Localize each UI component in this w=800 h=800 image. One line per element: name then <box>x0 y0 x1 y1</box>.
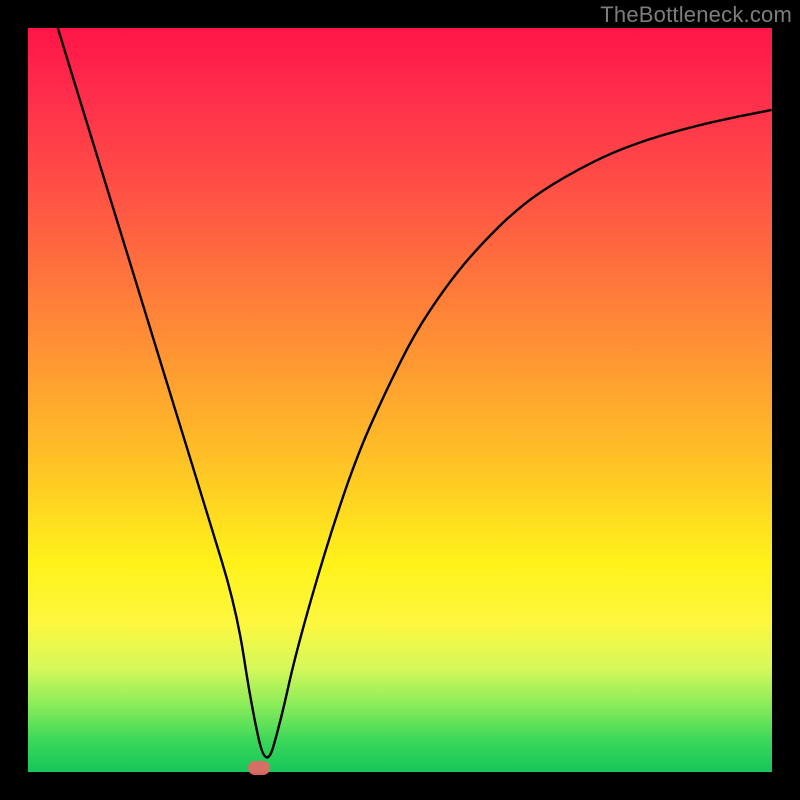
chart-frame: TheBottleneck.com <box>0 0 800 800</box>
watermark-text: TheBottleneck.com <box>600 2 792 28</box>
minimum-marker <box>248 761 270 775</box>
plot-area <box>28 28 772 772</box>
bottleneck-curve <box>28 28 772 772</box>
